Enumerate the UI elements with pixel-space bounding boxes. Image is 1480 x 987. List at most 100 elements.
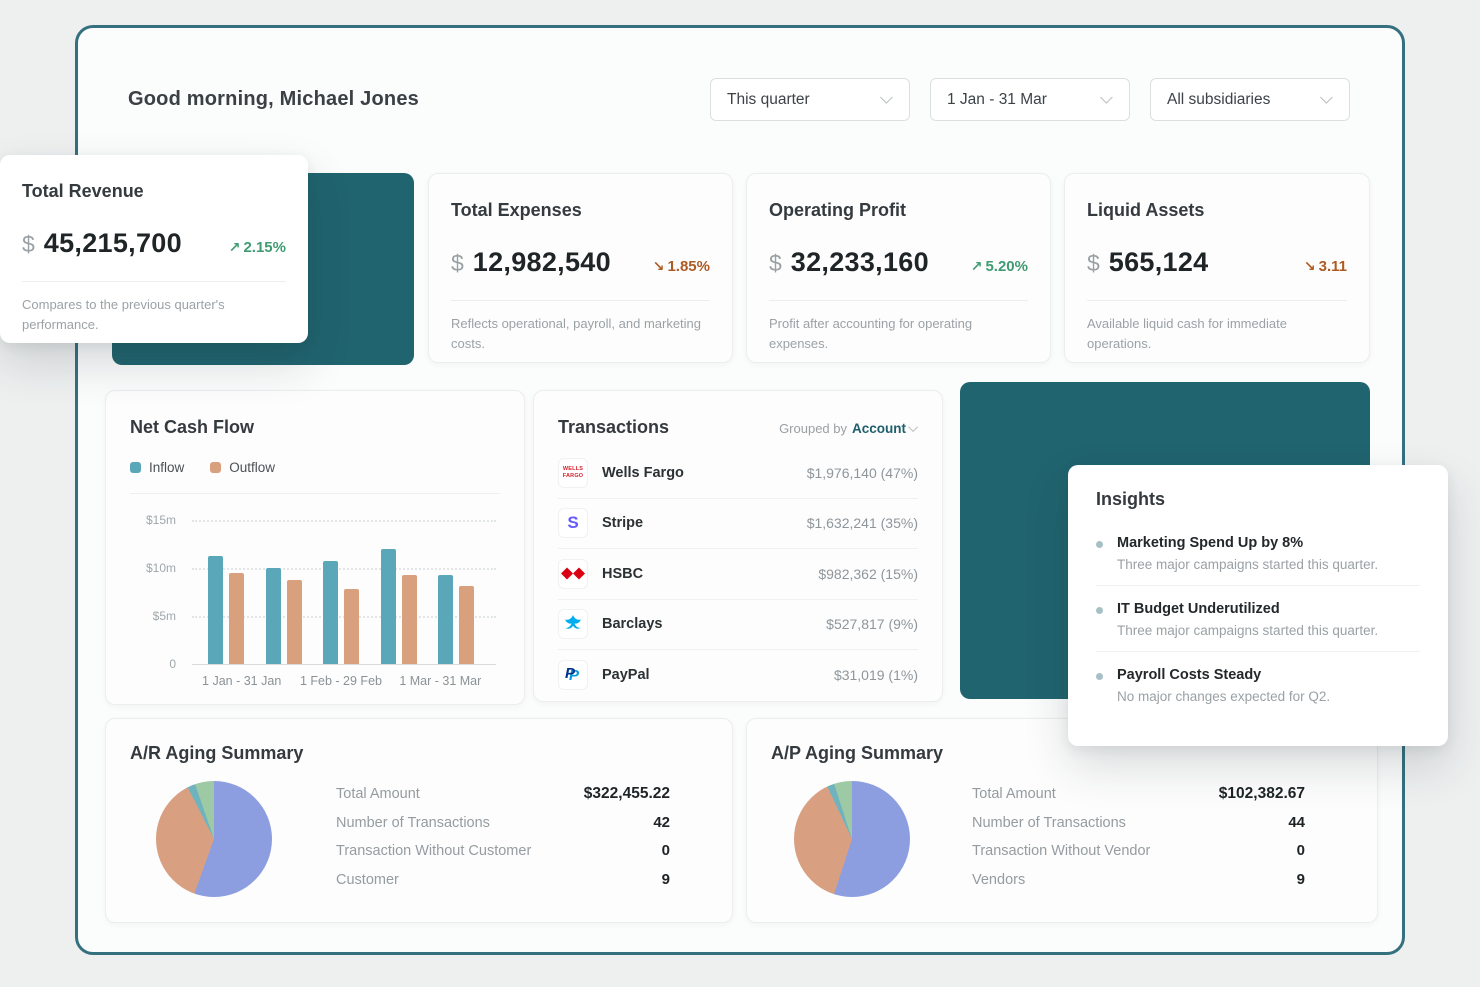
bullet-icon: [1096, 541, 1103, 548]
stat-value: $322,455.22: [584, 785, 670, 803]
currency-symbol: $: [451, 250, 464, 277]
ar-stats: Total Amount$322,455.22Number of Transac…: [336, 785, 670, 899]
x-axis-tick: 1 Mar - 31 Mar: [391, 674, 490, 688]
wellsfargo-logo-icon: WELLSFARGO: [558, 458, 588, 488]
stat-label: Customer: [336, 872, 399, 888]
date-range-dropdown[interactable]: 1 Jan - 31 Mar: [930, 78, 1130, 121]
kpi-card-total-expenses: Total Expenses $ 12,982,540 ↘1.85% Refle…: [428, 173, 733, 363]
bar-outflow: [229, 573, 244, 664]
account-name: Wells Fargo: [602, 465, 684, 481]
ap-stats: Total Amount$102,382.67Number of Transac…: [972, 785, 1305, 899]
page-title: Good morning, Michael Jones: [128, 88, 419, 111]
transactions-title: Transactions: [558, 417, 669, 438]
chevron-down-icon: [1320, 91, 1333, 104]
bar-outflow: [459, 586, 474, 664]
currency-symbol: $: [769, 250, 782, 277]
chevron-down-icon: [1100, 91, 1113, 104]
stat-value: 9: [662, 871, 670, 888]
stat-row: Customer 9: [336, 871, 670, 900]
bar-group: [381, 549, 417, 664]
insight-item: IT Budget UnderutilizedThree major campa…: [1096, 585, 1420, 651]
trend-up-icon: ↗: [971, 258, 983, 274]
grouped-by-label: Grouped by: [779, 421, 847, 436]
grouped-by-value: Account: [852, 421, 906, 436]
bar-inflow: [208, 556, 223, 664]
account-name: PayPal: [602, 667, 650, 683]
kpi-title: Total Revenue: [22, 181, 286, 202]
currency-symbol: $: [22, 231, 35, 258]
stat-value: 42: [653, 814, 670, 831]
y-axis-tick: $15m: [130, 513, 176, 527]
kpi-card-operating-profit: Operating Profit $ 32,233,160 ↗5.20% Pro…: [746, 173, 1051, 363]
insights-list: Marketing Spend Up by 8% Three major camp…: [1096, 520, 1420, 717]
kpi-card-liquid-assets: Liquid Assets $ 565,124 ↘3.11 Available …: [1064, 173, 1370, 363]
divider: [769, 300, 1028, 301]
ap-pie-chart: [794, 781, 910, 897]
period-dropdown[interactable]: This quarter: [710, 78, 910, 121]
trend-text: 1.85%: [667, 258, 710, 275]
trend-badge: ↘1.85%: [653, 258, 710, 275]
kpi-description: Reflects operational, payroll, and marke…: [451, 314, 710, 353]
subsidiaries-dropdown[interactable]: All subsidiaries: [1150, 78, 1350, 121]
transaction-row[interactable]: PPPayPal$31,019 (1%): [558, 650, 918, 701]
account-name: Stripe: [602, 515, 643, 531]
bar-inflow: [266, 568, 281, 664]
stripe-logo-icon: S: [558, 508, 588, 538]
stat-row: Total Amount$102,382.67: [972, 785, 1305, 814]
kpi-value: 12,982,540: [473, 247, 611, 278]
x-axis-tick: 1 Jan - 31 Jan: [192, 674, 291, 688]
ap-aging-card: A/P Aging Summary Total Amount$102,382.6…: [746, 718, 1378, 923]
chart-legend: Inflow Outflow: [130, 460, 500, 475]
stat-label: Transaction Without Vendor: [972, 843, 1150, 859]
insights-title: Insights: [1096, 489, 1420, 510]
account-amount: $527,817 (9%): [826, 616, 918, 632]
hsbc-logo-icon: [558, 559, 588, 589]
bar-outflow: [402, 575, 417, 664]
stat-row: Total Amount $322,455.22: [336, 785, 670, 814]
bar-outflow: [344, 589, 359, 664]
stat-label: Total Amount: [336, 786, 420, 802]
account-name: HSBC: [602, 566, 643, 582]
transaction-row[interactable]: Barclays $527,817 (9%): [558, 600, 918, 651]
stat-value: 44: [1288, 814, 1305, 831]
transaction-row[interactable]: SStripe$1,632,241 (35%): [558, 499, 918, 550]
stat-row: Transaction Without Vendor0: [972, 842, 1305, 871]
grouped-by-selector[interactable]: Grouped by Account: [779, 421, 918, 436]
insight-description: Three major campaigns started this quart…: [1117, 557, 1378, 572]
y-axis-tick: $5m: [130, 609, 176, 623]
insight-description: No major changes expected for Q2.: [1117, 689, 1330, 704]
transactions-list: WELLSFARGO Wells Fargo $1,976,140 (47%) S St…: [534, 444, 942, 701]
chevron-down-icon: [908, 422, 918, 432]
chevron-down-icon: [880, 91, 893, 104]
account-amount: $1,976,140 (47%): [807, 465, 918, 481]
stat-label: Vendors: [972, 872, 1025, 888]
divider: [22, 281, 286, 282]
kpi-description: Profit after accounting for operating ex…: [769, 314, 1028, 353]
ar-pie-chart: [156, 781, 272, 897]
kpi-card-total-revenue: Total Revenue $ 45,215,700 ↗2.15% Compar…: [0, 155, 308, 343]
stat-value: 9: [1297, 871, 1305, 888]
trend-text: 5.20%: [985, 258, 1028, 275]
transaction-row[interactable]: HSBC$982,362 (15%): [558, 549, 918, 600]
transaction-row[interactable]: WELLSFARGO Wells Fargo $1,976,140 (47%): [558, 448, 918, 499]
divider: [451, 300, 710, 301]
y-axis-tick: $10m: [130, 561, 176, 575]
kpi-title: Total Expenses: [451, 200, 710, 221]
bar-group: [266, 568, 302, 664]
ar-aging-title: A/R Aging Summary: [130, 743, 708, 764]
bar-inflow: [381, 549, 396, 664]
kpi-value: 565,124: [1109, 247, 1209, 278]
stat-label: Number of Transactions: [972, 815, 1126, 831]
transactions-card: Transactions Grouped by Account WELLSFAR…: [533, 390, 943, 702]
insight-title: Marketing Spend Up by 8%: [1117, 535, 1378, 551]
insights-card: Insights Marketing Spend Up by 8% Three m…: [1068, 465, 1448, 746]
account-amount: $31,019 (1%): [834, 667, 918, 683]
trend-text: 2.15%: [243, 239, 286, 256]
insight-item: Marketing Spend Up by 8% Three major camp…: [1096, 520, 1420, 585]
kpi-value: 45,215,700: [44, 228, 182, 259]
stat-row: Vendors 9: [972, 871, 1305, 900]
stat-value: $102,382.67: [1219, 785, 1305, 803]
x-axis-tick: 1 Feb - 29 Feb: [291, 674, 390, 688]
account-name: Barclays: [602, 616, 662, 632]
bullet-icon: [1096, 673, 1103, 680]
